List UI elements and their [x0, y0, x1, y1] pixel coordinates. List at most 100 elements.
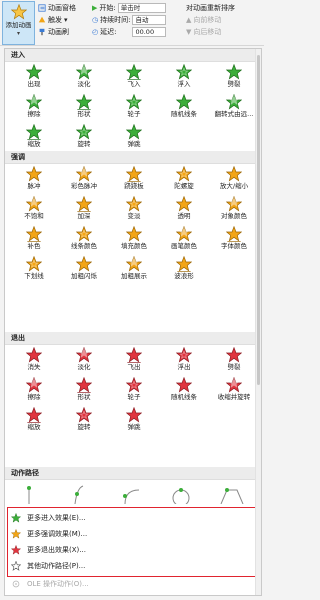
delay-field[interactable]: 00.00 — [132, 27, 167, 37]
exit-effect-label: 形状 — [77, 393, 91, 401]
emphasis-effect-12[interactable]: 填充颜色 — [109, 226, 159, 256]
more-exit-effects-item[interactable]: 更多退出效果(X)... — [11, 542, 231, 558]
entrance-effect-label: 擦除 — [27, 110, 41, 118]
emphasis-effect-5[interactable]: 不饱和 — [9, 196, 59, 226]
entrance-effect-12[interactable]: 弹跳 — [109, 124, 159, 154]
trigger-button[interactable]: 触发 ▾ — [38, 14, 76, 26]
emphasis-star-icon — [9, 256, 59, 272]
entrance-effect-9[interactable]: 翻转式由远... — [209, 94, 259, 124]
exit-star-icon — [209, 377, 259, 393]
emphasis-effect-label: 加粗闪烁 — [71, 272, 97, 280]
emphasis-effect-3[interactable]: 陀螺旋 — [159, 166, 209, 196]
more-emphasis-effects-item[interactable]: 更多强调效果(M)... — [11, 526, 231, 542]
entrance-effect-10[interactable]: 缩放 — [9, 124, 59, 154]
arrow-up-icon: ▲ — [186, 16, 192, 24]
ole-gear-icon — [12, 580, 20, 588]
animation-pane-button[interactable]: 动画窗格 — [38, 2, 76, 14]
entrance-effect-6[interactable]: 形状 — [59, 94, 109, 124]
entrance-effect-3[interactable]: 浮入 — [159, 64, 209, 94]
entrance-star-icon — [209, 64, 259, 80]
emphasis-star-icon — [11, 529, 21, 539]
ole-action-verbs-item[interactable]: OLE 操作动作(O)... — [11, 576, 231, 592]
more-entrance-label: 更多进入效果(E)... — [27, 514, 86, 522]
duration-field[interactable]: 自动 — [132, 15, 167, 25]
entrance-star-icon — [11, 513, 21, 523]
exit-effect-2[interactable]: 飞出 — [109, 347, 159, 377]
emphasis-effect-11[interactable]: 线条颜色 — [59, 226, 109, 256]
exit-star-icon — [11, 545, 21, 555]
start-select[interactable]: 单击时 — [117, 3, 166, 13]
emphasis-effect-16[interactable]: 加粗闪烁 — [59, 256, 109, 286]
exit-effect-6[interactable]: 形状 — [59, 377, 109, 407]
other-motion-paths-item[interactable]: 其他动作路径(P)... — [11, 558, 231, 574]
exit-effect-9[interactable]: 收缩并旋转 — [209, 377, 259, 407]
exit-effect-3[interactable]: 浮出 — [159, 347, 209, 377]
entrance-effect-label: 旋转 — [77, 140, 91, 148]
exit-effect-10[interactable]: 缩放 — [9, 407, 59, 437]
animation-painter-button[interactable]: 动画刷 — [38, 26, 76, 38]
emphasis-effect-2[interactable]: 跷跷板 — [109, 166, 159, 196]
exit-effect-7[interactable]: 轮子 — [109, 377, 159, 407]
exit-effect-label: 缩放 — [27, 423, 41, 431]
emphasis-effect-1[interactable]: 彩色脉冲 — [59, 166, 109, 196]
emphasis-star-icon — [59, 256, 109, 272]
emphasis-effect-15[interactable]: 下划线 — [9, 256, 59, 286]
emphasis-effect-label: 对象颜色 — [221, 212, 247, 220]
emphasis-effect-label: 加粗展示 — [121, 272, 147, 280]
trigger-label: 触发 — [48, 16, 62, 24]
entrance-effect-8[interactable]: 随机线条 — [159, 94, 209, 124]
entrance-effect-0[interactable]: 出现 — [9, 64, 59, 94]
exit-effect-11[interactable]: 旋转 — [59, 407, 109, 437]
emphasis-effect-label: 变淡 — [127, 212, 141, 220]
reorder-group: 对动画重新排序 ▲ 向前移动 ▼ 向后移动 — [186, 2, 235, 38]
clock-icon: ◷ — [92, 16, 99, 24]
emphasis-effect-label: 陀螺旋 — [174, 182, 194, 190]
move-later-button[interactable]: ▼ 向后移动 — [186, 26, 235, 38]
exit-star-icon — [159, 347, 209, 363]
emphasis-star-icon — [159, 226, 209, 242]
emphasis-effect-14[interactable]: 字体颜色 — [209, 226, 259, 256]
emphasis-effect-label: 下划线 — [24, 272, 44, 280]
exit-effect-8[interactable]: 随机线条 — [159, 377, 209, 407]
emphasis-effect-10[interactable]: 补色 — [9, 226, 59, 256]
emphasis-effect-0[interactable]: 脉冲 — [9, 166, 59, 196]
exit-effect-label: 淡化 — [77, 363, 91, 371]
emphasis-effect-9[interactable]: 对象颜色 — [209, 196, 259, 226]
entrance-effect-5[interactable]: 擦除 — [9, 94, 59, 124]
scrollbar-thumb[interactable] — [257, 55, 260, 385]
emphasis-effect-13[interactable]: 画笔颜色 — [159, 226, 209, 256]
emphasis-effect-8[interactable]: 透明 — [159, 196, 209, 226]
more-entrance-effects-item[interactable]: 更多进入效果(E)... — [11, 510, 231, 526]
move-earlier-label: 向前移动 — [193, 16, 222, 24]
animation-tools-group: 动画窗格 触发 ▾ 动画刷 — [38, 2, 76, 38]
emphasis-effect-6[interactable]: 加深 — [59, 196, 109, 226]
exit-effect-12[interactable]: 弹跳 — [109, 407, 159, 437]
emphasis-star-icon — [159, 256, 209, 272]
exit-effect-5[interactable]: 擦除 — [9, 377, 59, 407]
emphasis-star-icon — [59, 196, 109, 212]
entrance-effect-7[interactable]: 轮子 — [109, 94, 159, 124]
entrance-effect-label: 弹跳 — [127, 140, 141, 148]
exit-effect-label: 随机线条 — [171, 393, 197, 401]
section-header-emphasis: 强调 — [5, 151, 255, 164]
entrance-effect-1[interactable]: 淡化 — [59, 64, 109, 94]
move-earlier-button[interactable]: ▲ 向前移动 — [186, 14, 235, 26]
exit-effect-0[interactable]: 消失 — [9, 347, 59, 377]
entrance-effect-label: 飞入 — [127, 80, 141, 88]
entrance-star-icon — [109, 94, 159, 110]
exit-effect-1[interactable]: 淡化 — [59, 347, 109, 377]
emphasis-effect-7[interactable]: 变淡 — [109, 196, 159, 226]
entrance-effect-11[interactable]: 旋转 — [59, 124, 109, 154]
gallery-scrollbar[interactable] — [255, 49, 261, 595]
duration-value: 自动 — [135, 16, 149, 24]
exit-effect-label: 消失 — [27, 363, 41, 371]
exit-effect-4[interactable]: 劈裂 — [209, 347, 259, 377]
emphasis-effect-4[interactable]: 放大/缩小 — [209, 166, 259, 196]
entrance-effect-4[interactable]: 劈裂 — [209, 64, 259, 94]
ole-verbs-label: OLE 操作动作(O)... — [27, 580, 89, 588]
emphasis-effect-17[interactable]: 加粗展示 — [109, 256, 159, 286]
add-animation-button[interactable]: 添加动画 ▾ — [2, 1, 35, 45]
entrance-star-icon — [109, 64, 159, 80]
entrance-effect-2[interactable]: 飞入 — [109, 64, 159, 94]
emphasis-effect-18[interactable]: 波浪形 — [159, 256, 209, 286]
